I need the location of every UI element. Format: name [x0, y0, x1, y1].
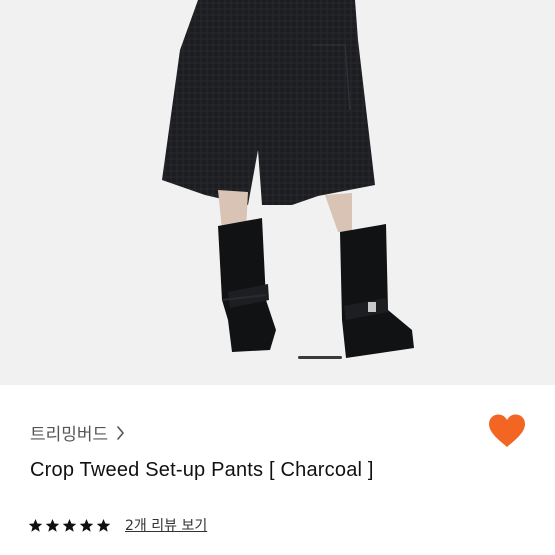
- rating-row: 2개 리뷰 보기: [28, 515, 207, 535]
- star-icon: [45, 518, 60, 532]
- star-icon: [96, 518, 111, 532]
- star-rating: [28, 518, 113, 533]
- product-photo: [0, 0, 555, 385]
- star-icon: [62, 518, 77, 532]
- heart-icon[interactable]: [487, 413, 527, 449]
- product-title: Crop Tweed Set-up Pants [ Charcoal ]: [30, 459, 374, 481]
- product-info: 트리밍버드 Crop Tweed Set-up Pants [ Charcoal…: [0, 385, 555, 555]
- brand-name: 트리밍버드: [30, 425, 109, 445]
- brand-link[interactable]: 트리밍버드: [30, 420, 125, 445]
- product-image[interactable]: [0, 0, 555, 385]
- review-link[interactable]: 2개 리뷰 보기: [125, 515, 207, 535]
- carousel-indicator: [298, 356, 342, 359]
- star-icon: [79, 518, 94, 532]
- star-icon: [28, 518, 43, 532]
- chevron-right-icon: [117, 425, 125, 440]
